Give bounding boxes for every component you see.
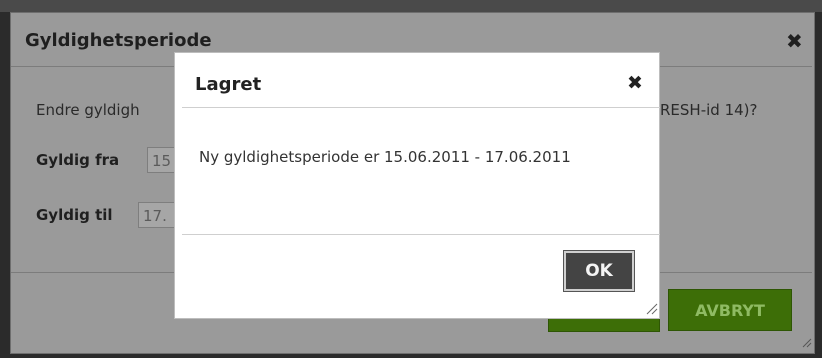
divider (182, 107, 660, 108)
ok-button[interactable]: OK (563, 250, 635, 292)
valid-to-label: Gyldig til (36, 206, 113, 224)
modal-message: Ny gyldighetsperiode er 15.06.2011 - 17.… (199, 148, 571, 166)
close-icon[interactable]: ✖ (786, 29, 803, 53)
question-text: Endre gyldigh (36, 101, 140, 119)
modal-title: Lagret (195, 74, 262, 95)
question-text-end: RESH-id 14)? (660, 101, 758, 119)
valid-from-label: Gyldig fra (36, 151, 120, 169)
resize-handle-icon[interactable] (644, 301, 658, 315)
cancel-button[interactable]: AVBRYT (668, 289, 792, 331)
saved-modal: Lagret ✖ Ny gyldighetsperiode er 15.06.2… (174, 52, 660, 319)
dialog-title: Gyldighetsperiode (25, 30, 212, 51)
valid-to-input[interactable]: 17. (138, 202, 176, 228)
close-icon[interactable]: ✖ (627, 72, 643, 94)
resize-handle-icon[interactable] (800, 336, 812, 348)
background-page (0, 0, 822, 12)
valid-from-input[interactable]: 15 (147, 147, 177, 173)
footer-divider (182, 234, 660, 235)
